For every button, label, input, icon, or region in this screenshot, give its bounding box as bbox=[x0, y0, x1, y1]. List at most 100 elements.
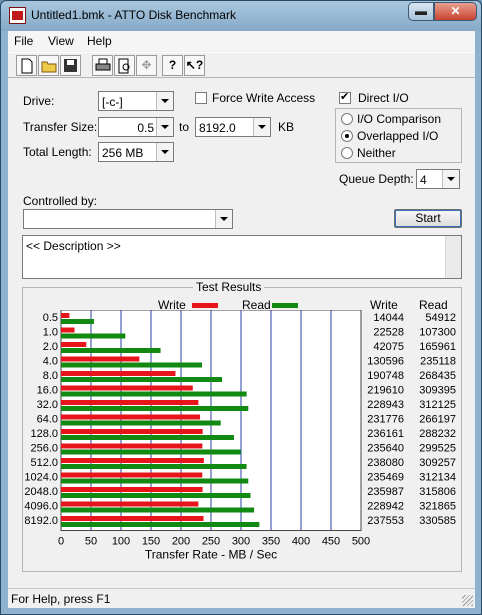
chevron-down-icon[interactable] bbox=[215, 210, 232, 228]
write-bar bbox=[61, 472, 203, 478]
x-tick-label: 250 bbox=[202, 536, 220, 548]
start-button[interactable]: Start bbox=[394, 209, 462, 228]
help-button[interactable]: ? bbox=[162, 55, 183, 76]
write-value: 235987 bbox=[367, 486, 404, 498]
read-bar bbox=[61, 391, 247, 397]
read-value: 268435 bbox=[419, 370, 456, 382]
menu-file[interactable]: File bbox=[14, 34, 33, 48]
write-value: 231776 bbox=[367, 414, 404, 426]
force-write-checkbox[interactable] bbox=[195, 92, 207, 104]
queue-depth-select[interactable]: 4 bbox=[416, 169, 460, 189]
description-scrollbar[interactable] bbox=[445, 236, 461, 278]
chevron-down-icon[interactable] bbox=[156, 118, 173, 136]
x-tick-label: 300 bbox=[232, 536, 250, 548]
read-bar bbox=[61, 348, 161, 353]
write-value: 235469 bbox=[367, 472, 404, 484]
category-label: 64.0 bbox=[37, 414, 58, 426]
status-text: For Help, press F1 bbox=[11, 592, 111, 606]
menu-bar: File View Help bbox=[8, 31, 475, 51]
controlled-by-select[interactable] bbox=[23, 209, 233, 229]
read-bar bbox=[61, 319, 94, 324]
resize-grip-icon[interactable] bbox=[462, 595, 473, 606]
read-bar bbox=[61, 464, 247, 469]
print-button[interactable] bbox=[92, 55, 113, 76]
neither-label: Neither bbox=[357, 146, 396, 160]
direct-io-checkbox[interactable] bbox=[339, 90, 351, 104]
app-icon bbox=[9, 7, 26, 24]
read-bar bbox=[61, 507, 255, 513]
print-preview-button[interactable] bbox=[114, 55, 135, 76]
total-length-select[interactable]: 256 MB bbox=[98, 142, 174, 162]
read-bar bbox=[61, 377, 223, 382]
close-button[interactable]: ✕ bbox=[434, 2, 477, 21]
read-bar bbox=[61, 435, 234, 440]
category-label: 256.0 bbox=[30, 443, 58, 455]
context-help-button[interactable]: ↖? bbox=[184, 55, 205, 76]
write-value: 238080 bbox=[367, 457, 404, 469]
category-label: 4096.0 bbox=[24, 501, 58, 513]
write-bar bbox=[61, 356, 140, 362]
test-results-group: Test Results Write Read Write Read 0 50 10… bbox=[22, 280, 462, 572]
status-bar: For Help, press F1 bbox=[8, 588, 475, 608]
write-value: 22528 bbox=[373, 327, 404, 339]
x-axis-label: Transfer Rate - MB / Sec bbox=[145, 548, 277, 562]
category-label: 1.0 bbox=[43, 327, 58, 339]
category-label: 2048.0 bbox=[24, 486, 58, 498]
controlled-by-label: Controlled by: bbox=[23, 194, 98, 208]
io-comparison-radio[interactable] bbox=[341, 113, 353, 125]
write-bar bbox=[61, 313, 70, 318]
drive-select[interactable]: [-c-] bbox=[98, 91, 174, 111]
x-tick-label: 100 bbox=[112, 536, 130, 548]
chevron-down-icon[interactable] bbox=[442, 170, 459, 188]
read-bar bbox=[61, 333, 126, 339]
transfer-rate-chart: 0 50 100 150 200 250 300 350 400 450 500 0.5 14044 54… bbox=[24, 310, 456, 562]
menu-help[interactable]: Help bbox=[87, 34, 112, 48]
category-label: 512.0 bbox=[30, 457, 58, 469]
minimize-button[interactable]: ▬ bbox=[408, 2, 434, 21]
write-value: 228943 bbox=[367, 399, 404, 411]
description-text: << Description >> bbox=[26, 239, 121, 253]
menu-view[interactable]: View bbox=[48, 34, 74, 48]
read-value: 309257 bbox=[419, 457, 456, 469]
description-textarea[interactable]: << Description >> bbox=[22, 235, 462, 279]
chevron-down-icon[interactable] bbox=[253, 118, 270, 136]
kb-label: KB bbox=[278, 120, 295, 134]
read-bar bbox=[61, 420, 221, 426]
write-bar bbox=[61, 443, 203, 449]
neither-radio[interactable] bbox=[341, 147, 353, 159]
write-bar bbox=[61, 516, 204, 521]
write-bar bbox=[61, 429, 203, 434]
write-value: 236161 bbox=[367, 428, 404, 440]
read-legend-swatch bbox=[272, 303, 298, 308]
read-bar bbox=[61, 493, 251, 498]
chevron-down-icon[interactable] bbox=[156, 143, 173, 161]
chevron-down-icon[interactable] bbox=[156, 92, 173, 110]
write-bar bbox=[61, 458, 204, 463]
category-label: 8192.0 bbox=[24, 515, 58, 527]
new-document-icon bbox=[21, 58, 32, 74]
save-icon bbox=[64, 59, 77, 72]
print-preview-icon bbox=[118, 58, 130, 74]
minimize-icon: ▬ bbox=[415, 4, 427, 18]
transfer-from-select[interactable]: 0.5 bbox=[98, 117, 174, 137]
new-button[interactable] bbox=[16, 55, 37, 76]
context-help-icon: ↖? bbox=[185, 58, 204, 72]
x-tick-label: 150 bbox=[142, 536, 160, 548]
write-value: 14044 bbox=[373, 312, 404, 324]
move-button[interactable]: ✥ bbox=[136, 55, 157, 76]
open-button[interactable] bbox=[38, 55, 59, 76]
read-bar bbox=[61, 362, 203, 368]
read-bar bbox=[61, 478, 249, 484]
write-value: 42075 bbox=[373, 341, 404, 353]
read-value: 288232 bbox=[419, 428, 456, 440]
transfer-to-select[interactable]: 8192.0 bbox=[195, 117, 271, 137]
open-folder-icon bbox=[41, 61, 56, 73]
write-value: 228942 bbox=[367, 501, 404, 513]
overlapped-io-radio[interactable] bbox=[341, 130, 353, 142]
write-value: 235640 bbox=[367, 443, 404, 455]
write-value: 219610 bbox=[367, 385, 404, 397]
title-bar[interactable]: Untitled1.bmk - ATTO Disk Benchmark ▬ ✕ bbox=[1, 1, 481, 31]
write-bar bbox=[61, 400, 199, 405]
write-value: 130596 bbox=[367, 356, 404, 368]
save-button[interactable] bbox=[60, 55, 81, 76]
